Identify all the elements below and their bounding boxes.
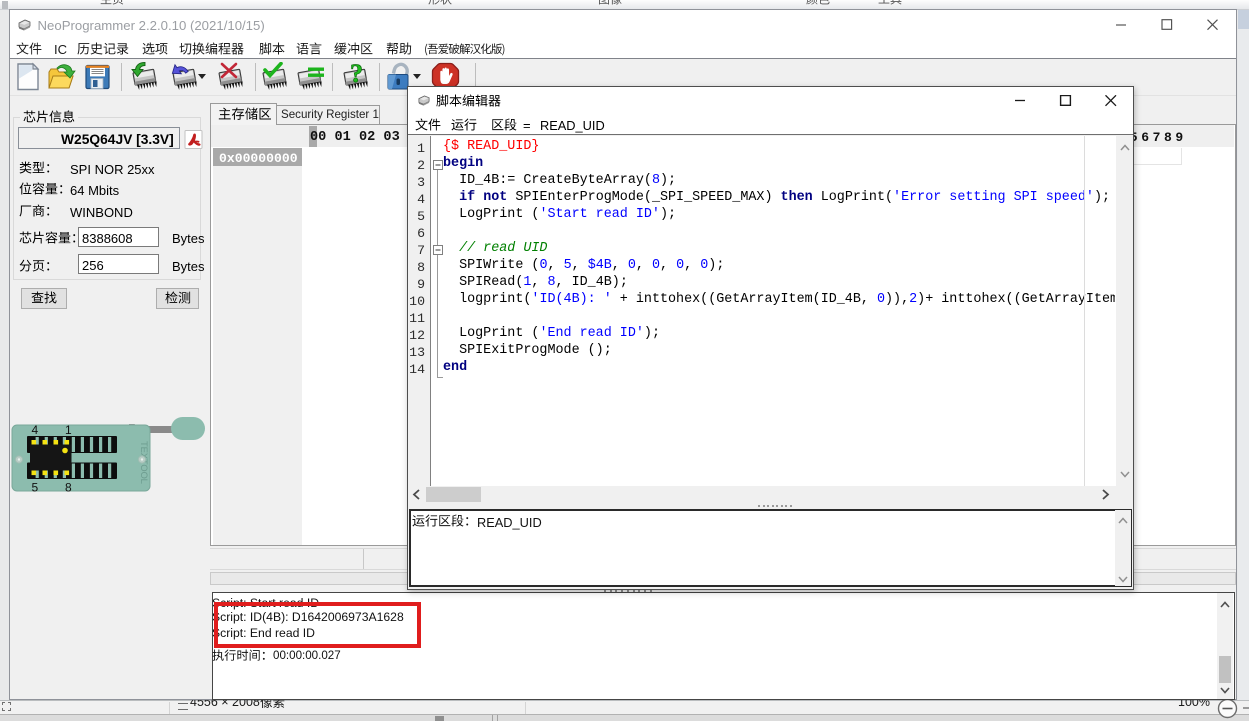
svg-text:5: 5: [32, 481, 39, 495]
svg-text:8: 8: [65, 481, 72, 495]
svg-text:?: ?: [350, 62, 363, 88]
svg-text:1: 1: [65, 423, 72, 437]
svg-text:4: 4: [32, 423, 39, 437]
